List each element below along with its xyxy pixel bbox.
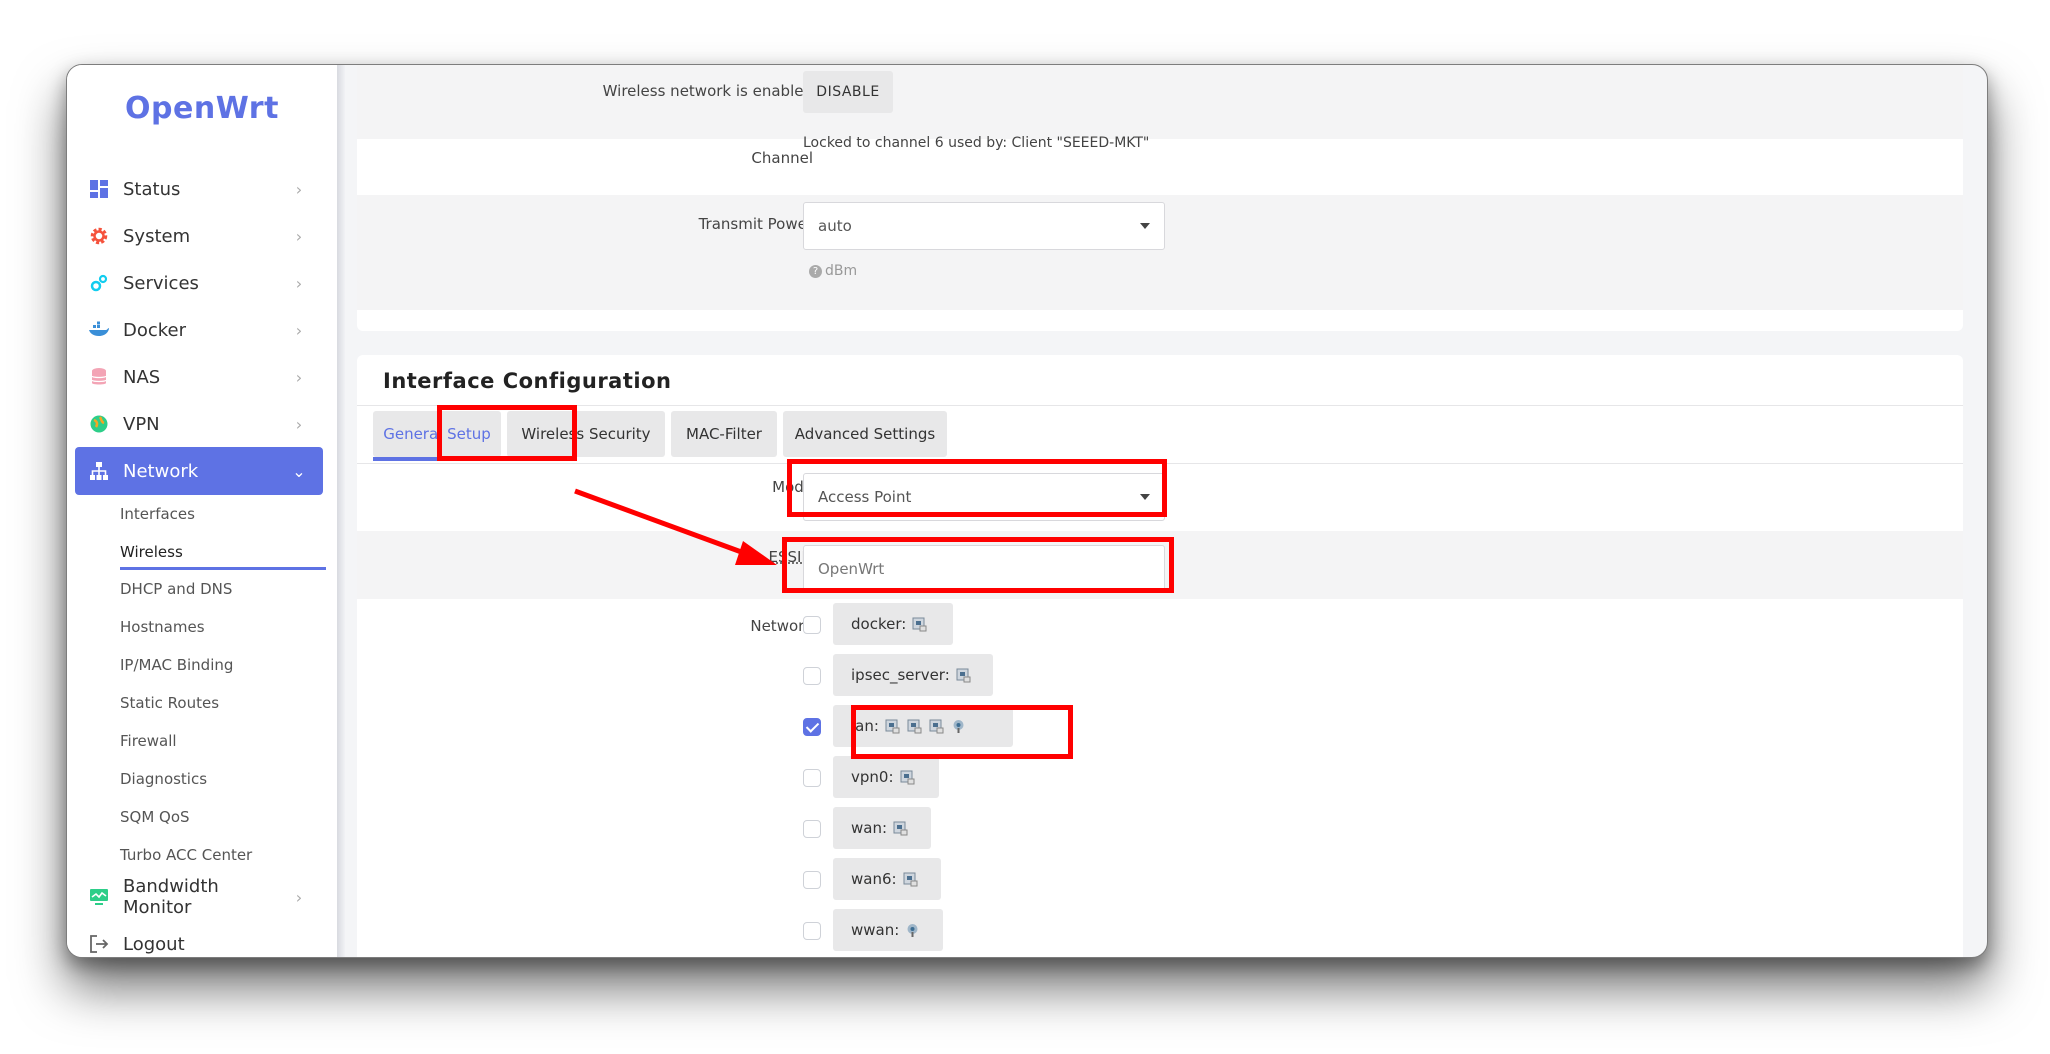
sidebar-item-label: Status [123,178,181,200]
section-title: Interface Configuration [383,369,672,393]
sidebar-subitem-hostnames[interactable]: Hostnames [120,618,205,636]
ethernet-port-icon [903,872,918,887]
tab-mac-filter[interactable]: MAC-Filter [671,411,777,457]
network-option[interactable]: wan6: [833,858,941,900]
sidebar: OpenWrt Status › System › Services › Doc… [67,65,345,957]
sidebar-item-label: Docker [123,319,187,341]
network-option[interactable]: ipsec_server: [833,654,993,696]
red-arrow-icon [574,488,777,565]
network-checkbox[interactable] [803,922,821,940]
database-icon [87,365,111,389]
highlight-general-setup-tab [437,405,577,461]
sidebar-subitem-interfaces[interactable]: Interfaces [120,505,195,523]
sidebar-subitem-firewall[interactable]: Firewall [120,732,177,750]
network-checkbox[interactable] [803,769,821,787]
sidebar-subitem-ip-mac-binding[interactable]: IP/MAC Binding [120,656,233,674]
network-checkbox[interactable] [803,616,821,634]
gear-icon [87,224,111,248]
interface-config-card: Interface Configuration General Setup Wi… [357,355,1963,957]
ethernet-port-icon [893,821,908,836]
ethernet-port-icon [912,617,927,632]
sidebar-item-logout[interactable]: Logout [75,922,323,957]
network-name: docker: [851,615,907,633]
network-name: vpn0: [851,768,894,786]
network-checkbox[interactable] [803,871,821,889]
sidebar-subitem-wireless[interactable]: Wireless [120,543,183,561]
sidebar-item-label: Logout [123,933,185,955]
chevron-right-icon: › [295,887,303,907]
sidebar-item-label: NAS [123,366,161,388]
network-option[interactable]: docker: [833,603,953,645]
network-name: wan: [851,819,888,837]
network-option[interactable]: vpn0: [833,756,939,798]
sidebar-item-status[interactable]: Status › [75,167,323,211]
network-name: wwan: [851,921,900,939]
chevron-right-icon: › [295,179,303,199]
network-name: wan6: [851,870,897,888]
chevron-right-icon: › [295,226,303,246]
network-checkbox[interactable] [803,667,821,685]
question-circle-icon: ? [809,264,822,278]
sidebar-edge [337,65,345,957]
sidebar-item-label: VPN [123,413,160,435]
tab-advanced-settings[interactable]: Advanced Settings [783,411,947,457]
highlight-mode-field [787,459,1167,517]
dashboard-icon [87,177,111,201]
divider [357,405,1963,406]
globe-icon [87,412,111,436]
network-name: ipsec_server: [851,666,950,684]
ethernet-port-icon [900,770,915,785]
chevron-right-icon: › [295,414,303,434]
channel-value: Locked to channel 6 used by: Client "SEE… [803,135,1150,151]
network-checkbox[interactable] [803,820,821,838]
disable-button[interactable]: DISABLE [803,71,893,113]
enabled-label: Wireless network is enabled [602,82,813,100]
main-content: Wireless network is enabled DISABLE Chan… [345,65,1987,957]
dbm-unit: dBm [825,263,858,279]
sidebar-item-docker[interactable]: Docker › [75,308,323,352]
row-enabled [357,65,1963,139]
sidebar-item-label: Services [123,272,199,294]
active-subitem-underline [120,567,326,570]
logout-icon [87,932,111,956]
sidebar-item-system[interactable]: System › [75,214,323,258]
sidebar-item-label: Bandwidth Monitor [123,876,219,918]
sidebar-item-label: Network [123,460,199,482]
wifi-antenna-icon [905,923,920,938]
network-option[interactable]: wan: [833,807,931,849]
highlight-lan-network [851,705,1073,759]
transmit-power-label: Transmit Power [698,215,813,233]
ethernet-port-icon [956,668,971,683]
caret-down-icon [1140,223,1150,229]
transmit-power-hint: ? dBm [809,263,857,279]
transmit-power-value: auto [818,217,852,235]
device-config-card: Wireless network is enabled DISABLE Chan… [357,65,1963,331]
chevron-right-icon: › [295,273,303,293]
chevron-down-icon: ⌄ [292,461,306,481]
sidebar-item-bandwidth-monitor[interactable]: Bandwidth Monitor › [75,875,323,919]
highlight-essid-field [782,537,1174,593]
brand-logo[interactable]: OpenWrt [67,91,337,126]
sidebar-subitem-dhcp-dns[interactable]: DHCP and DNS [120,580,232,598]
channel-label: Channel [751,149,813,167]
sidebar-item-label: System [123,225,191,247]
docker-whale-icon [87,318,111,342]
sidebar-subitem-static-routes[interactable]: Static Routes [120,694,219,712]
monitor-chart-icon [87,885,111,909]
browser-window: OpenWrt Status › System › Services › Doc… [66,64,1988,958]
transmit-power-select[interactable]: auto [803,202,1165,250]
network-checkbox[interactable] [803,718,821,736]
network-option[interactable]: wwan: [833,909,943,951]
sidebar-item-vpn[interactable]: VPN › [75,402,323,446]
gears-icon [87,271,111,295]
chevron-right-icon: › [295,367,303,387]
sidebar-item-network[interactable]: Network ⌄ [75,447,323,495]
sidebar-subitem-diagnostics[interactable]: Diagnostics [120,770,207,788]
sidebar-subitem-sqm-qos[interactable]: SQM QoS [120,808,190,826]
sidebar-subitem-turbo-acc[interactable]: Turbo ACC Center [120,846,252,864]
chevron-right-icon: › [295,320,303,340]
sidebar-item-nas[interactable]: NAS › [75,355,323,399]
sitemap-icon [87,459,111,483]
sidebar-item-services[interactable]: Services › [75,261,323,305]
